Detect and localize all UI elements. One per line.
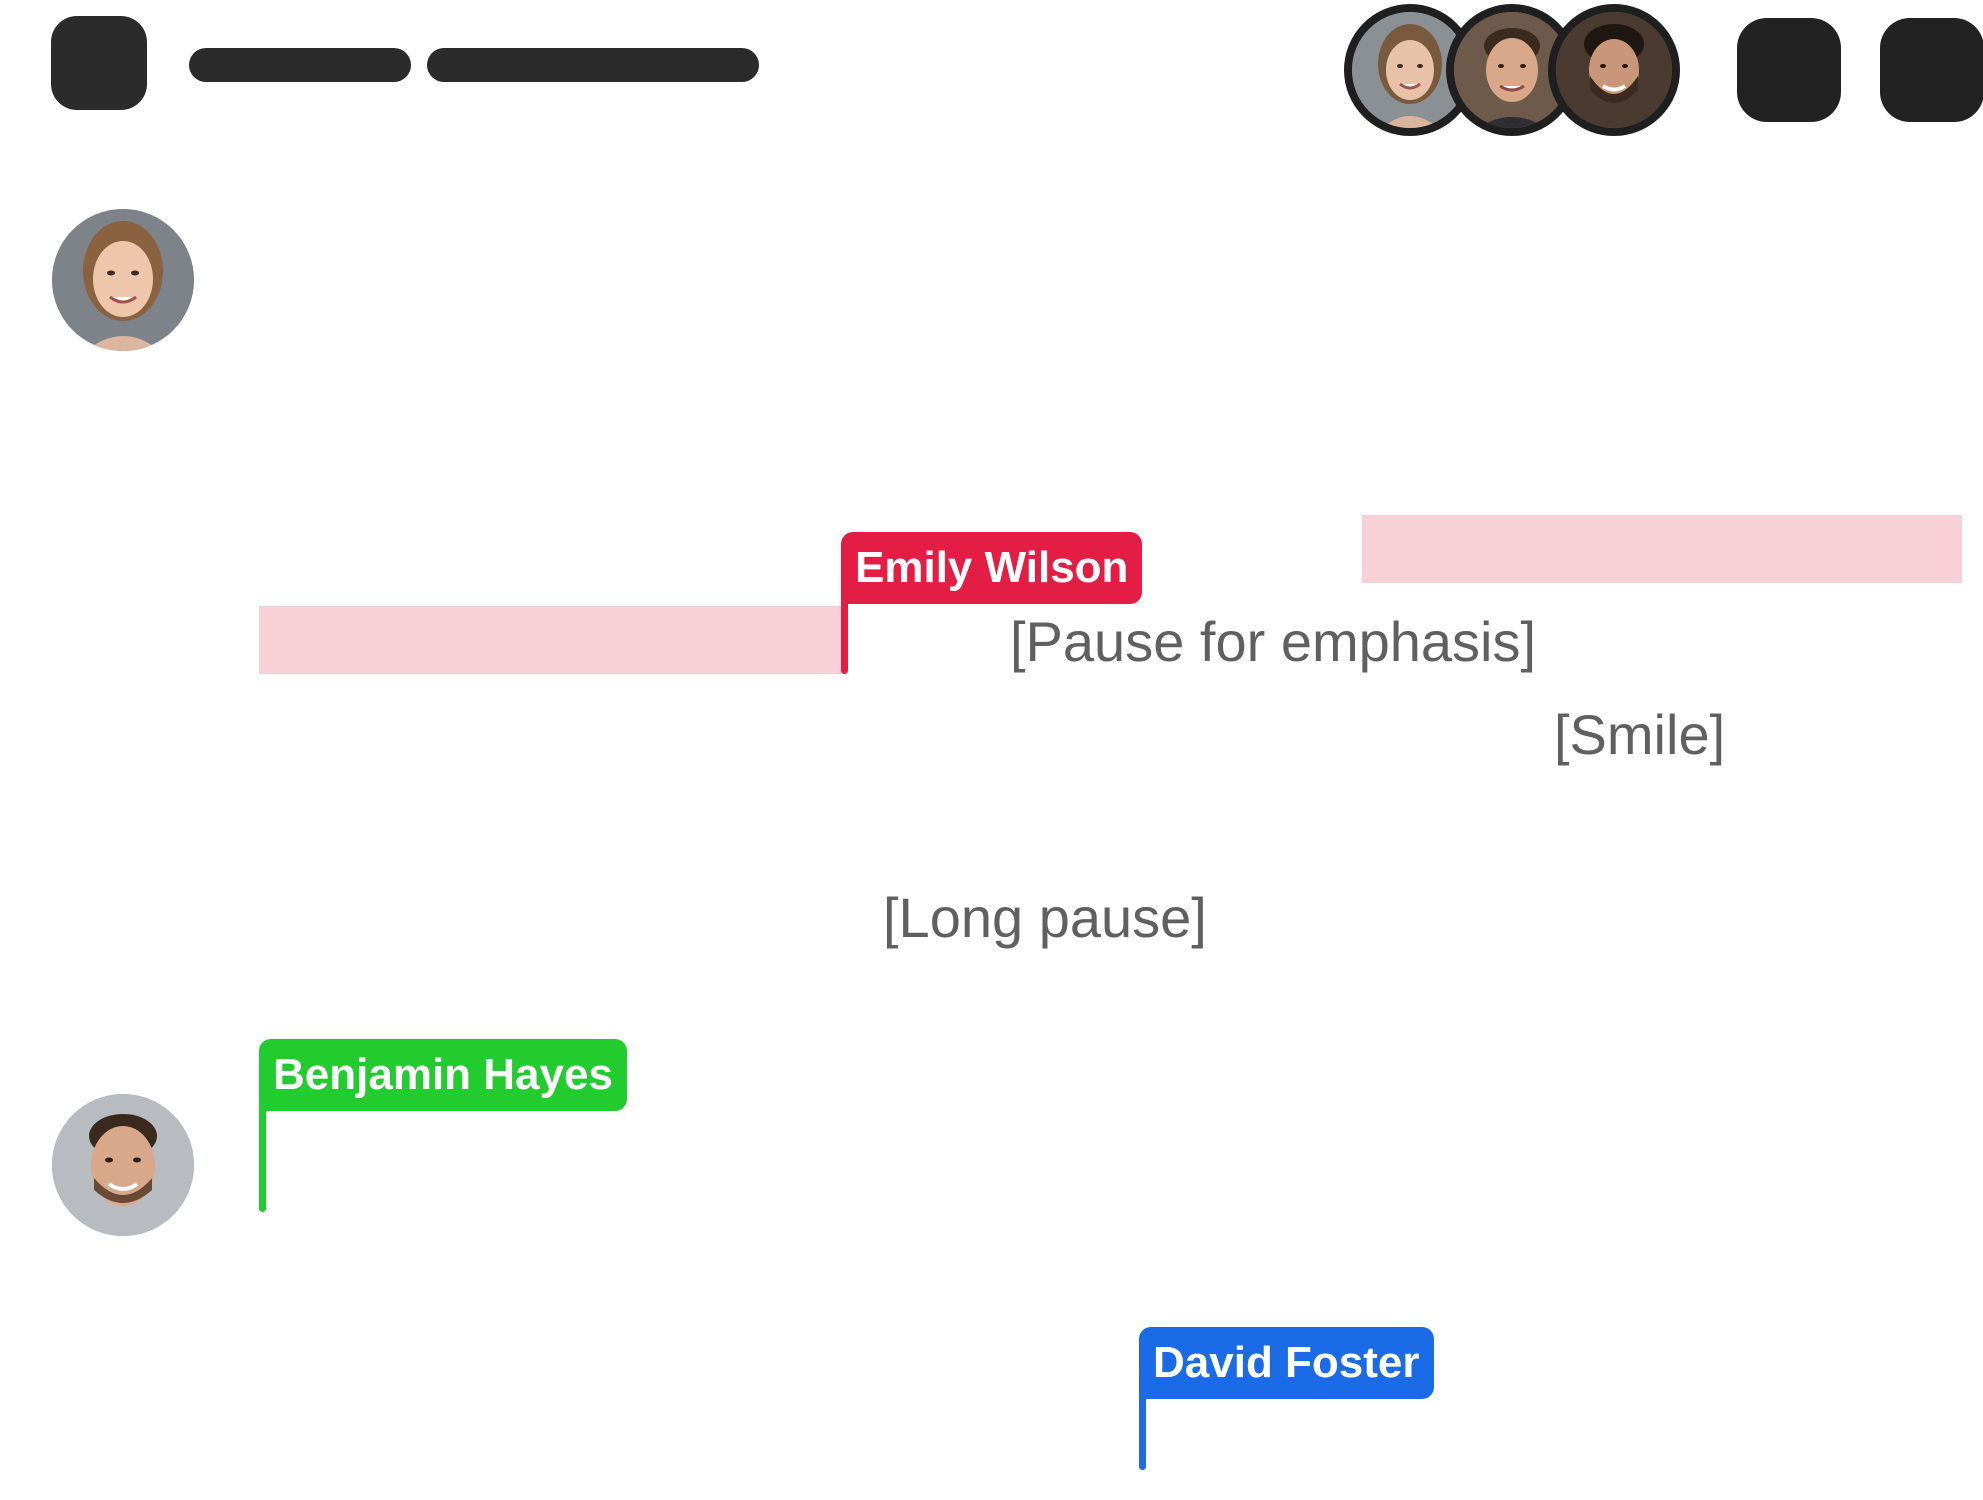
stage-direction-pause: [Pause for emphasis]	[1010, 610, 1537, 673]
stage-direction-smile: [Smile]	[1554, 703, 1726, 766]
speaker-avatar-emily	[52, 209, 194, 351]
woman-portrait-icon	[52, 209, 194, 351]
cursor-label-emily: Emily Wilson	[841, 532, 1143, 604]
document-subtitle-placeholder[interactable]	[427, 48, 759, 82]
cursor-label-david: David Foster	[1139, 1327, 1434, 1399]
participants-list	[1344, 4, 1680, 136]
man-bearded-portrait-icon	[1556, 12, 1672, 128]
more-options-button[interactable]	[1880, 18, 1983, 122]
top-bar	[0, 0, 1983, 150]
stage-direction-long-pause: [Long pause]	[883, 886, 1207, 949]
text-highlight[interactable]	[259, 606, 845, 674]
document-title-placeholder[interactable]	[189, 48, 411, 82]
text-highlight[interactable]	[1362, 515, 1962, 583]
speaker-avatar-benjamin	[52, 1094, 194, 1236]
share-button[interactable]	[1737, 18, 1841, 122]
avatar-david-foster[interactable]	[1548, 4, 1680, 136]
menu-button[interactable]	[51, 16, 147, 110]
cursor-label-benjamin: Benjamin Hayes	[259, 1039, 627, 1111]
man-portrait-icon	[52, 1094, 194, 1236]
cursor-caret-benjamin	[259, 1095, 266, 1212]
